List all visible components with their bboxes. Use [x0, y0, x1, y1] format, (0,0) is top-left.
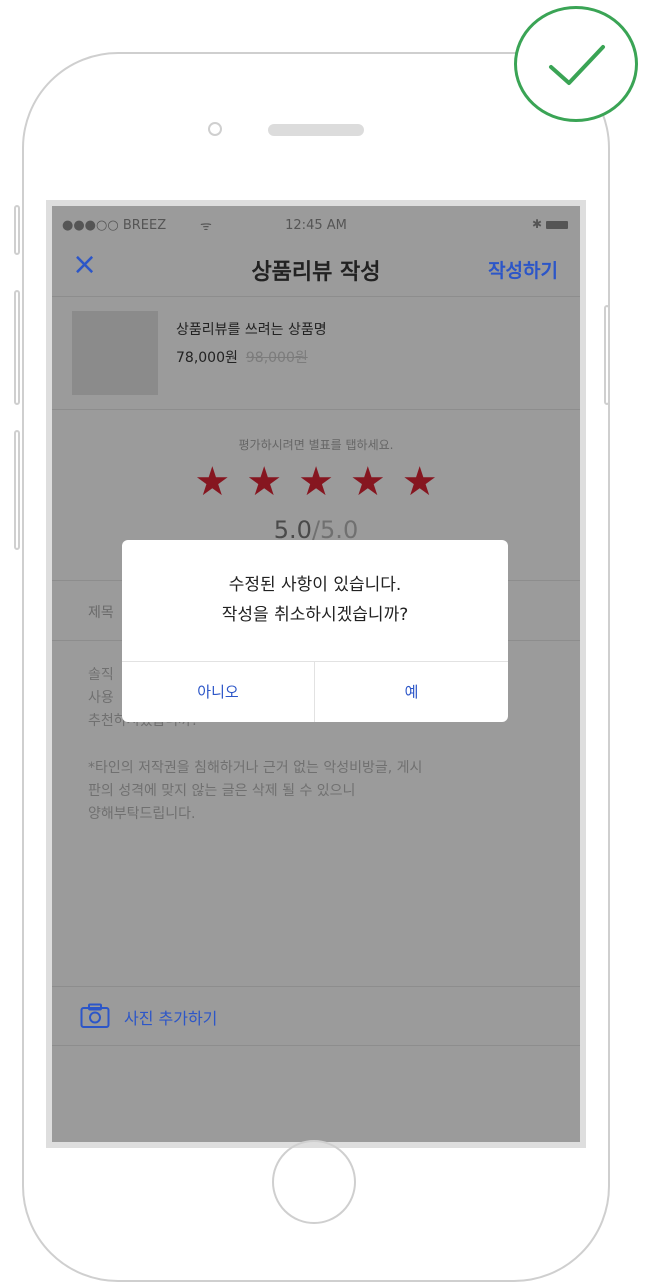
star-icon[interactable]: ★	[194, 460, 230, 504]
earpiece-speaker	[268, 124, 364, 136]
no-button[interactable]: 아니오	[122, 662, 315, 722]
home-button	[272, 1140, 356, 1224]
star-rating: ★ ★ ★ ★ ★	[52, 460, 580, 504]
status-bar: ●●●○○ BREEZ ᯤ 12:45 AM ✱	[52, 206, 580, 240]
clock: 12:45 AM	[285, 218, 347, 233]
camera-icon	[80, 1003, 110, 1028]
submit-button[interactable]: 작성하기	[488, 256, 558, 283]
battery-icon	[546, 221, 568, 229]
dialog-line: 수정된 사항이 있습니다.	[228, 575, 402, 595]
product-price: 78,000원 98,000원	[176, 347, 308, 367]
mute-switch	[14, 205, 20, 255]
volume-up-button	[14, 290, 20, 405]
yes-button[interactable]: 예	[315, 662, 508, 722]
front-camera	[208, 122, 222, 136]
bluetooth-icon: ✱	[531, 217, 542, 231]
review-title-placeholder: 제목	[88, 605, 114, 621]
notice-line: 양해부탁드립니다.	[88, 806, 196, 822]
star-icon[interactable]: ★	[246, 460, 282, 504]
volume-down-button	[14, 430, 20, 550]
rating-hint: 평가하시려면 별표를 탭하세요.	[238, 438, 394, 452]
dialog-buttons: 아니오 예	[122, 661, 508, 722]
product-summary: 상품리뷰를 쓰려는 상품명 78,000원 98,000원	[52, 297, 580, 410]
nav-bar: × 상품리뷰 작성 작성하기	[52, 240, 580, 297]
product-thumbnail	[72, 311, 158, 395]
confirm-dialog: 수정된 사항이 있습니다. 작성을 취소하시겠습니까? 아니오 예	[122, 540, 508, 722]
original-price: 98,000원	[245, 350, 308, 366]
product-name: 상품리뷰를 쓰려는 상품명	[176, 322, 327, 338]
dialog-line: 작성을 취소하시겠습니까?	[221, 605, 409, 625]
power-button	[604, 305, 610, 405]
check-icon	[549, 45, 605, 85]
check-badge	[514, 6, 638, 122]
body-placeholder-line: 사용	[88, 690, 114, 706]
sale-price: 78,000원	[176, 350, 238, 366]
body-placeholder-line: 솔직	[88, 667, 114, 683]
add-photo-button[interactable]: 사진 추가하기	[52, 986, 580, 1046]
notice-line: 판의 성격에 맞지 않는 글은 삭제 될 수 있으니	[88, 783, 356, 799]
notice-line: *타인의 저작권을 침해하거나 근거 없는 악성비방글, 게시	[88, 760, 423, 776]
star-icon[interactable]: ★	[350, 460, 386, 504]
add-photo-label: 사진 추가하기	[124, 1009, 218, 1028]
star-icon[interactable]: ★	[402, 460, 438, 504]
dialog-message: 수정된 사항이 있습니다. 작성을 취소하시겠습니까?	[122, 570, 508, 630]
star-icon[interactable]: ★	[298, 460, 334, 504]
